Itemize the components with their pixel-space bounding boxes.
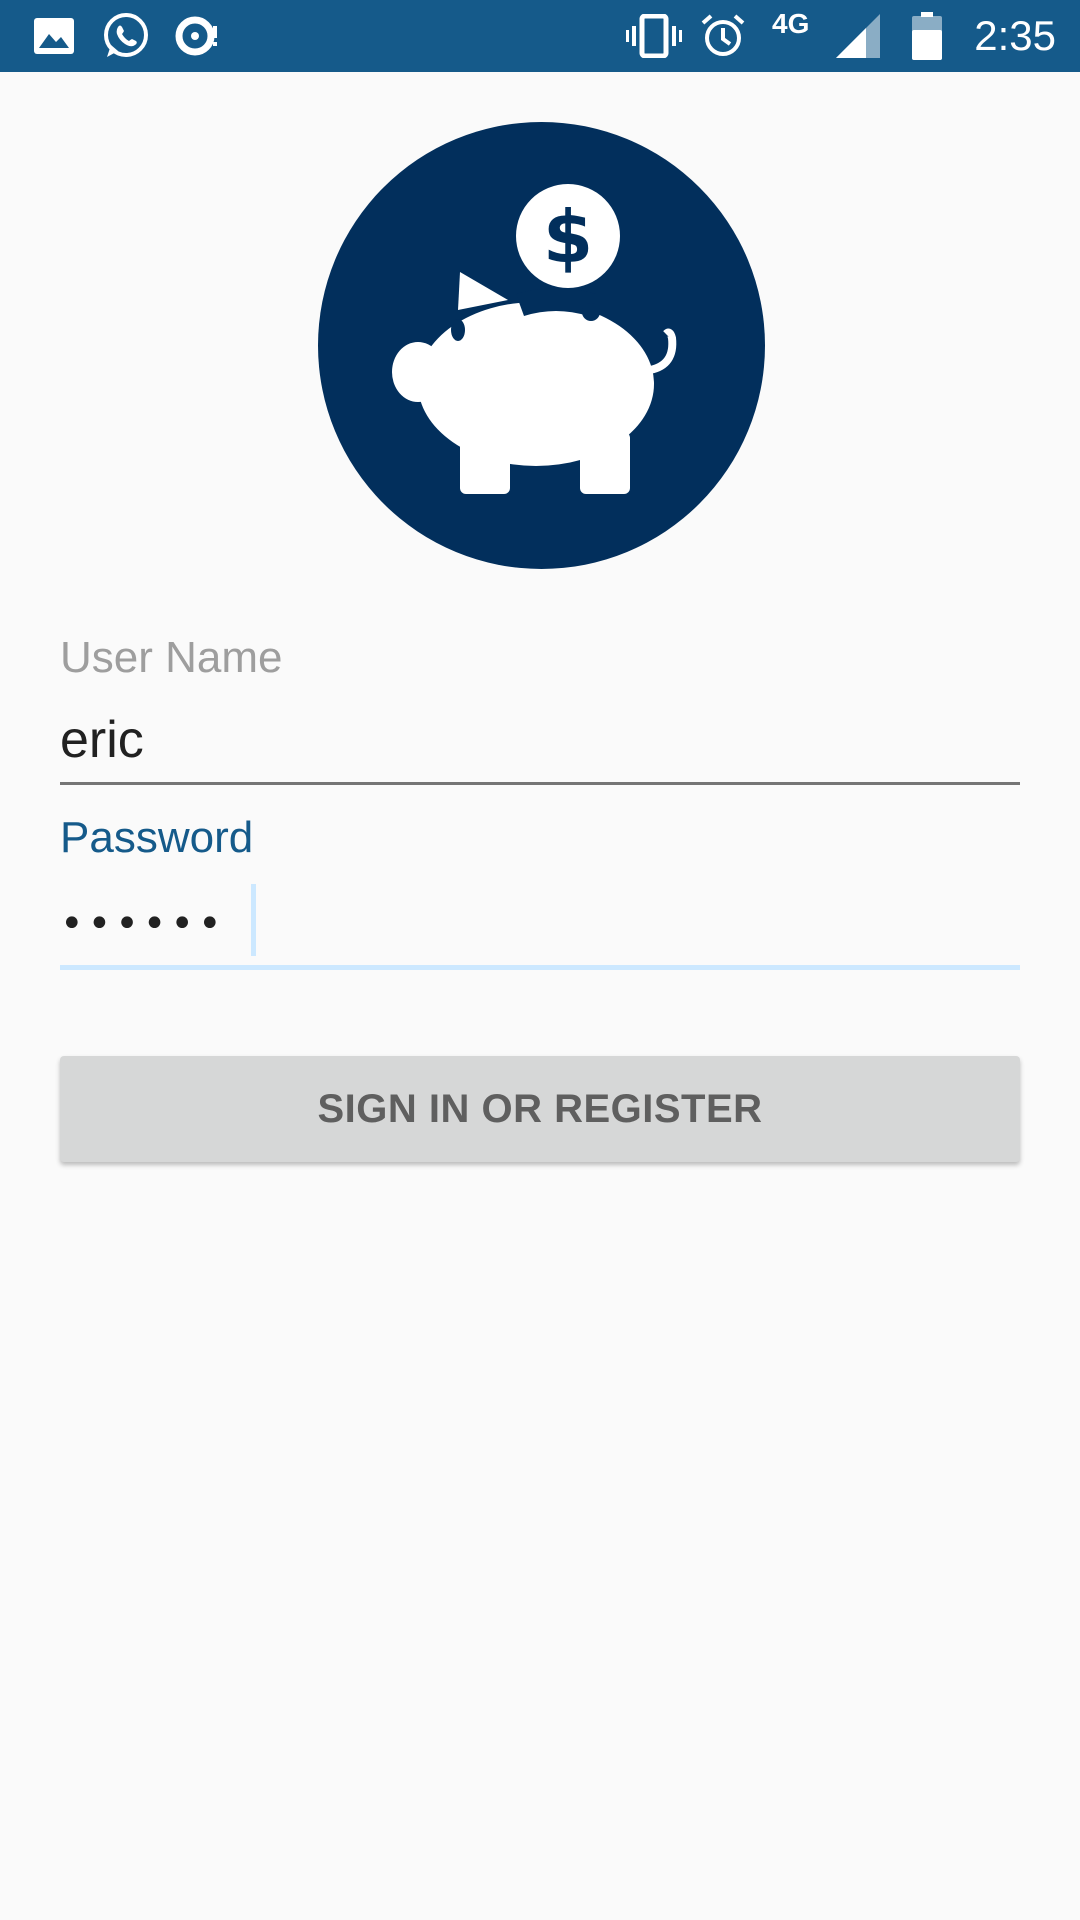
sync-icon — [175, 0, 223, 72]
username-label: User Name — [60, 633, 283, 682]
whatsapp-icon — [101, 0, 151, 72]
battery-icon — [912, 0, 942, 72]
network-type: 4G — [772, 8, 810, 39]
password-label: Password — [60, 813, 254, 862]
username-value: eric — [60, 711, 144, 769]
status-bar: 4G 2:35 — [0, 0, 1080, 72]
gallery-icon — [34, 0, 74, 72]
svg-text:$: $ — [543, 195, 593, 279]
username-field[interactable]: eric — [60, 706, 1020, 785]
app-logo: $ — [318, 122, 765, 569]
password-field[interactable]: •••••• — [60, 882, 1020, 970]
alarm-icon — [700, 0, 746, 72]
sign-in-register-button[interactable]: SIGN IN OR REGISTER — [60, 1056, 1020, 1162]
signal-icon — [836, 0, 880, 72]
text-cursor — [251, 884, 256, 956]
clock-time: 2:35 — [974, 12, 1056, 59]
vibrate-icon — [626, 0, 682, 72]
password-masked-value: •••••• — [60, 900, 226, 947]
piggy-bank-icon: $ — [318, 122, 765, 569]
